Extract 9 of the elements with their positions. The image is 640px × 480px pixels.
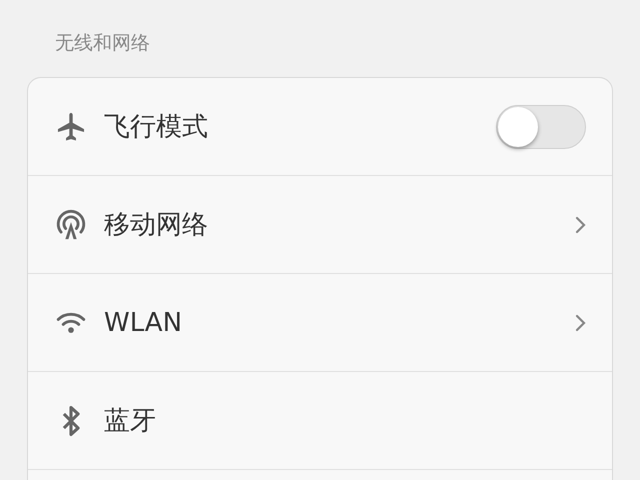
antenna-icon bbox=[54, 208, 88, 242]
setting-label[interactable]: WLAN bbox=[104, 308, 574, 338]
chevron-icon bbox=[574, 312, 586, 332]
setting-label[interactable]: 移动网络 bbox=[104, 207, 574, 242]
setting-label[interactable]: 蓝牙 bbox=[104, 403, 586, 438]
setting-label[interactable]: 飞行模式 bbox=[104, 109, 496, 144]
chevron-icon bbox=[574, 214, 586, 234]
section-title: 无线和网络 bbox=[54, 31, 151, 56]
toggle-switch[interactable] bbox=[496, 104, 586, 148]
